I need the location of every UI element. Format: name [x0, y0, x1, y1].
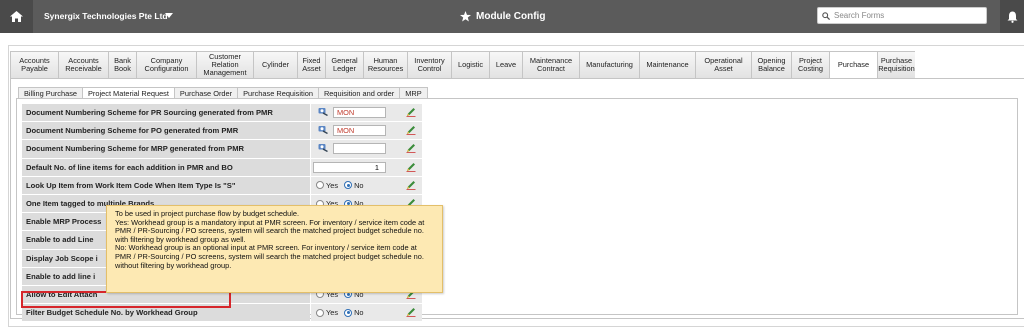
- setting-label: Default No. of line items for each addit…: [22, 158, 310, 176]
- setting-control: Yes No: [311, 304, 422, 322]
- yes-label: Yes: [326, 308, 339, 318]
- tab-opening-balance[interactable]: Opening Balance: [751, 51, 791, 79]
- top-bar: Synergix Technologies Pte Ltd Module Con…: [0, 0, 1024, 33]
- setting-label: Document Numbering Scheme for PO generat…: [22, 122, 310, 140]
- lookup-icon[interactable]: [318, 107, 328, 118]
- tab-project-costing[interactable]: Project Costing: [791, 51, 829, 79]
- home-button[interactable]: [0, 0, 33, 33]
- setting-control: [311, 122, 422, 140]
- setting-label: Document Numbering Scheme for PR Sourcin…: [22, 104, 310, 122]
- edit-icon[interactable]: [406, 107, 416, 119]
- tab-accounts-payable[interactable]: Accounts Payable: [10, 51, 58, 79]
- tab-human-resources[interactable]: Human Resources: [363, 51, 407, 79]
- edit-icon[interactable]: [406, 180, 416, 192]
- yes-no-radio-group: Yes No: [316, 304, 368, 321]
- tooltip-text: To be used in project purchase flow by b…: [115, 209, 425, 270]
- setting-row: Look Up Item from Work Item Code When It…: [22, 176, 422, 195]
- tab-fixed-asset[interactable]: Fixed Asset: [297, 51, 325, 79]
- tab-maintenance-contract[interactable]: Maintenance Contract: [522, 51, 579, 79]
- highlight-box: [21, 291, 231, 308]
- setting-row: Default No. of line items for each addit…: [22, 158, 422, 177]
- no-label: No: [354, 308, 364, 318]
- setting-control: [311, 140, 422, 158]
- edit-icon[interactable]: [406, 143, 416, 155]
- no-radio[interactable]: [344, 181, 353, 190]
- tab-purchase-requisition[interactable]: Purchase Requisition: [877, 51, 915, 79]
- tab-company-configuration[interactable]: Company Configuration: [136, 51, 196, 79]
- company-selector[interactable]: Synergix Technologies Pte Ltd: [44, 0, 168, 33]
- no-label: No: [354, 180, 364, 190]
- search-icon: [822, 11, 830, 20]
- numbering-scheme-input[interactable]: [333, 143, 386, 155]
- page-title: Module Config: [476, 11, 546, 22]
- star-icon: [460, 11, 471, 22]
- yes-radio[interactable]: [316, 308, 324, 317]
- tab-inventory-control[interactable]: Inventory Control: [407, 51, 451, 79]
- tab-general-ledger[interactable]: General Ledger: [325, 51, 363, 79]
- setting-row: Document Numbering Scheme for PR Sourcin…: [22, 104, 422, 123]
- bell-icon: [1007, 11, 1017, 23]
- module-tabs: Accounts Payable Accounts Receivable Bank …: [10, 51, 915, 79]
- setting-label: Look Up Item from Work Item Code When It…: [22, 176, 310, 194]
- tab-maintenance[interactable]: Maintenance: [639, 51, 695, 79]
- notifications-button[interactable]: [1000, 0, 1024, 33]
- tab-customer-relation-management[interactable]: Customer Relation Management: [196, 51, 253, 79]
- help-tooltip: To be used in project purchase flow by b…: [106, 205, 443, 293]
- numbering-scheme-input[interactable]: [333, 125, 386, 137]
- setting-control: [311, 104, 422, 122]
- no-radio[interactable]: [344, 308, 353, 317]
- setting-row: Document Numbering Scheme for MRP genera…: [22, 140, 422, 159]
- setting-label: Document Numbering Scheme for MRP genera…: [22, 140, 310, 158]
- lookup-icon[interactable]: [318, 125, 328, 136]
- page-title-wrap: Module Config: [460, 0, 545, 33]
- search-input[interactable]: [834, 11, 979, 20]
- edit-icon[interactable]: [406, 125, 416, 137]
- edit-icon[interactable]: [406, 307, 416, 319]
- yes-label: Yes: [326, 180, 339, 190]
- tab-leave[interactable]: Leave: [489, 51, 522, 79]
- tab-accounts-receivable[interactable]: Accounts Receivable: [58, 51, 108, 79]
- tab-logistic[interactable]: Logistic: [451, 51, 489, 79]
- tab-manufacturing[interactable]: Manufacturing: [579, 51, 639, 79]
- setting-control: [311, 158, 422, 176]
- line-items-count-input[interactable]: [313, 161, 386, 173]
- tab-bank-book[interactable]: Bank Book: [108, 51, 136, 79]
- edit-icon[interactable]: [406, 162, 416, 174]
- setting-row: Document Numbering Scheme for PO generat…: [22, 122, 422, 141]
- home-icon: [10, 11, 23, 22]
- tab-operational-asset[interactable]: Operational Asset: [695, 51, 751, 79]
- yes-no-radio-group: Yes No: [316, 177, 368, 194]
- search-box[interactable]: [817, 7, 987, 24]
- tab-purchase[interactable]: Purchase: [829, 51, 877, 79]
- yes-radio[interactable]: [316, 181, 324, 190]
- lookup-icon[interactable]: [318, 143, 328, 154]
- tab-cylinder[interactable]: Cylinder: [253, 51, 297, 79]
- setting-control: Yes No: [311, 176, 422, 194]
- numbering-scheme-input[interactable]: [333, 107, 386, 118]
- chevron-down-icon[interactable]: [165, 13, 173, 19]
